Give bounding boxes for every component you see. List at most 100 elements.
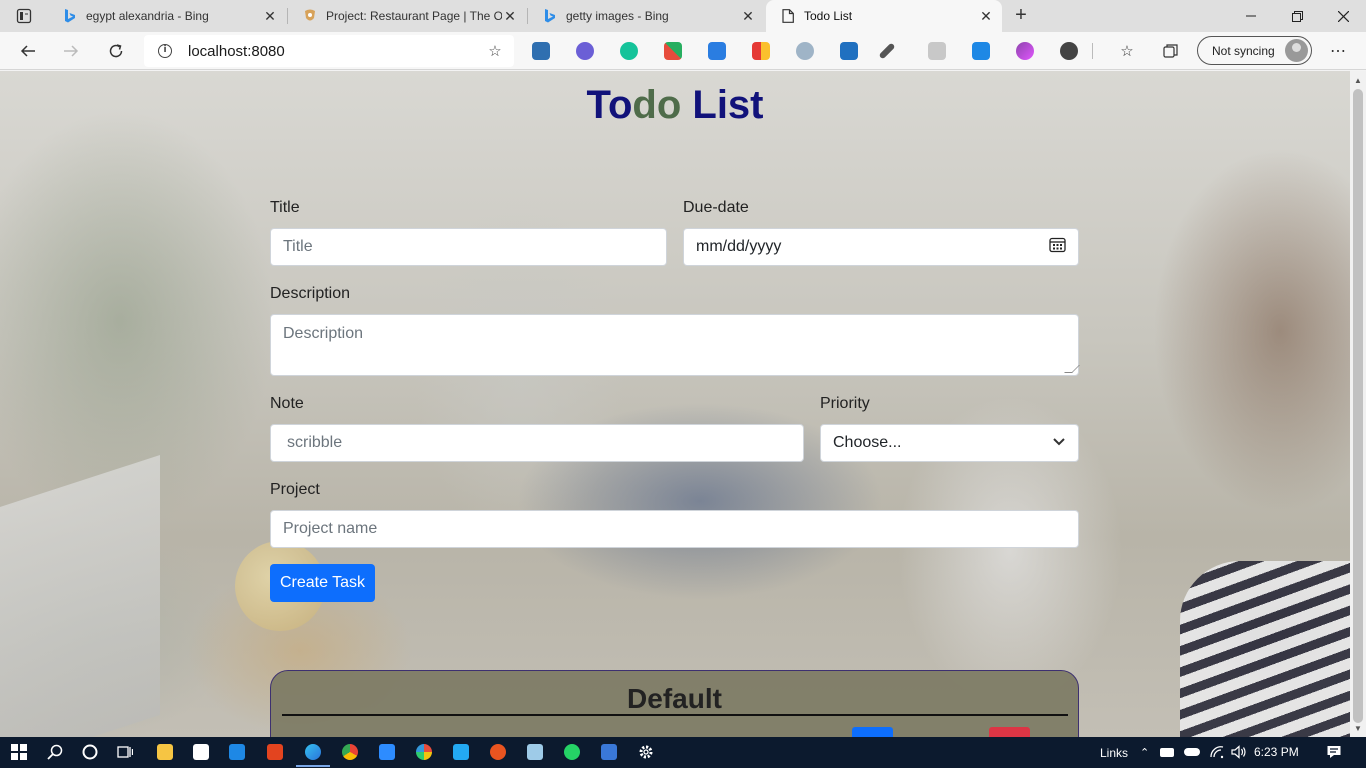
eyedropper-icon[interactable] [878,42,896,60]
create-task-button[interactable]: Create Task [270,564,375,602]
tab-restaurant-page[interactable]: Project: Restaurant Page | The Od ✕ [288,0,526,32]
background-shirt [1180,561,1350,737]
title-part: List [681,83,764,127]
mail-icon[interactable] [226,741,248,763]
extension-cross-icon[interactable] [664,42,682,60]
restore-button[interactable] [1274,0,1320,32]
title-part: do [632,83,682,127]
due-date-label: Due-date [683,199,749,216]
info-icon[interactable]: i [158,44,172,58]
minimize-button[interactable] [1228,0,1274,32]
due-date-value: mm/dd/yyyy [696,238,782,255]
add-favorite-icon[interactable]: ☆ [482,42,508,60]
address-bar[interactable]: i localhost:8080 ☆ [144,35,514,67]
delete-project-button[interactable] [989,727,1030,737]
extension-purple-icon[interactable] [1016,42,1034,60]
task-view-icon[interactable] [114,741,136,763]
url-text[interactable]: localhost:8080 [188,43,482,60]
ubuntu-icon[interactable] [487,741,509,763]
title-placeholder: Title [283,238,313,255]
notifications-icon[interactable] [1323,741,1345,763]
close-icon[interactable]: ✕ [502,8,518,24]
project-card: Default [270,670,1079,737]
extension-grey-icon[interactable] [928,42,946,60]
extension-n-icon[interactable] [840,42,858,60]
volume-icon[interactable] [1228,741,1250,763]
webex-icon[interactable] [598,741,620,763]
extension-s-icon[interactable] [532,42,550,60]
description-textarea[interactable]: Description [270,314,1080,376]
grammarly-icon[interactable] [620,42,638,60]
file-explorer-icon[interactable] [154,741,176,763]
description-label: Description [270,285,351,302]
odin-project-icon [302,8,318,24]
cortana-icon[interactable] [79,741,101,763]
close-icon[interactable]: ✕ [262,8,278,24]
chevron-down-icon [1052,434,1066,452]
favorites-icon[interactable]: ☆ [1117,41,1137,61]
search-icon[interactable] [44,741,66,763]
page-scrollbar[interactable]: ▲ ▼ [1350,71,1366,737]
whatsapp-icon[interactable] [561,741,583,763]
links-label: Links [1100,745,1129,760]
back-icon[interactable] [14,37,42,65]
download-icon[interactable] [972,42,990,60]
calendar-icon[interactable] [1049,236,1066,258]
tab-title: Project: Restaurant Page | The Od [326,9,502,23]
page-title: Todo List [0,83,1350,128]
zoom-icon[interactable] [376,741,398,763]
project-label: Project [270,481,320,498]
tab-bing-alexandria[interactable]: egypt alexandria - Bing ✕ [48,0,286,32]
project-placeholder: Project name [283,520,378,537]
forward-icon[interactable] [57,37,85,65]
tab-todo-list[interactable]: Todo List ✕ [766,0,1002,32]
divider [282,714,1068,716]
more-icon[interactable]: ⋯ [1328,41,1348,61]
windows-start-icon[interactable] [8,741,30,763]
settings-icon[interactable] [635,741,657,763]
extension-asterisk-icon[interactable] [576,42,594,60]
title-input[interactable]: Title [270,228,667,266]
close-icon[interactable]: ✕ [740,8,756,24]
new-tab-button[interactable]: + [1008,4,1034,28]
onedrive-icon[interactable] [1181,741,1203,763]
note-input[interactable]: scribble [270,424,804,462]
clock[interactable]: 6:23 PM [1254,737,1299,768]
edit-project-button[interactable] [852,727,893,737]
office-icon[interactable] [264,741,286,763]
priority-value: Choose... [833,434,902,451]
tab-strip: egypt alexandria - Bing ✕ Project: Resta… [0,0,1366,32]
people-icon[interactable] [1156,741,1178,763]
extension-k-icon[interactable] [1060,42,1078,60]
resize-handle[interactable] [1064,365,1080,373]
edge-icon[interactable] [302,741,324,763]
tab-title: Todo List [804,9,853,23]
notepad-icon[interactable] [524,741,546,763]
page-icon [780,8,796,24]
collections-icon[interactable] [1161,41,1181,61]
profile-button[interactable]: Not syncing [1197,36,1312,65]
extension-shield-icon[interactable] [752,42,770,60]
wifi-icon[interactable] [1206,741,1228,763]
store-icon[interactable] [190,741,212,763]
scrollbar-thumb[interactable] [1353,89,1363,723]
close-icon[interactable]: ✕ [978,8,994,24]
links-toolbar[interactable]: Links [1100,737,1128,768]
scroll-up-icon[interactable]: ▲ [1350,73,1366,89]
avatar [1285,39,1308,62]
photos-icon[interactable] [413,741,435,763]
priority-select[interactable]: Choose... [820,424,1079,462]
background-laptop [0,455,160,737]
tab-actions-icon[interactable] [8,4,40,28]
screen-capture-icon[interactable] [708,42,726,60]
chrome-icon[interactable] [339,741,361,763]
due-date-input[interactable]: mm/dd/yyyy [683,228,1079,266]
eye-icon[interactable] [796,42,814,60]
close-window-button[interactable] [1320,0,1366,32]
vscode-icon[interactable] [450,741,472,763]
refresh-icon[interactable] [102,37,130,65]
tab-bing-getty[interactable]: getty images - Bing ✕ [528,0,764,32]
scroll-down-icon[interactable]: ▼ [1350,721,1366,737]
chevron-up-icon[interactable]: ⌃ [1140,737,1149,768]
project-input[interactable]: Project name [270,510,1079,548]
